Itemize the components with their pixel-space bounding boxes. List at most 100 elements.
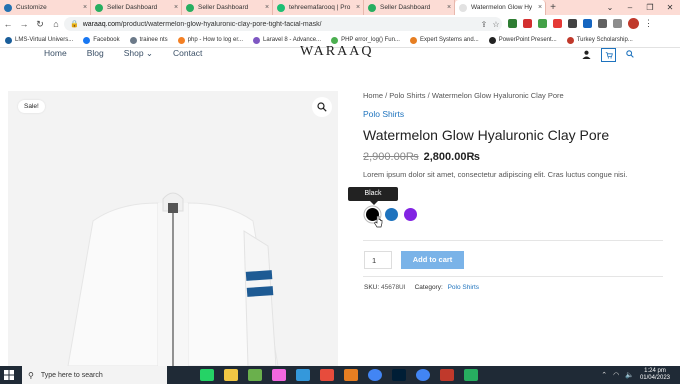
search-icon[interactable] bbox=[626, 50, 634, 60]
taskbar-search[interactable]: ⚲ Type here to search bbox=[22, 366, 167, 384]
extension-icon[interactable] bbox=[583, 19, 592, 28]
browser-tab[interactable]: tehreemafarooq | Pro × bbox=[273, 0, 364, 15]
sale-price: 2,800.00₨ bbox=[423, 151, 480, 163]
photoshop-icon[interactable] bbox=[392, 369, 406, 381]
back-icon[interactable]: ← bbox=[0, 19, 16, 29]
browser-tab[interactable]: Seller Dashboard × bbox=[182, 0, 273, 15]
bookmark-favicon-icon bbox=[5, 36, 12, 44]
more-menu-icon[interactable]: ⋮ bbox=[644, 18, 653, 29]
file-explorer-icon[interactable] bbox=[224, 369, 238, 381]
browser-tab[interactable]: Seller Dashboard × bbox=[91, 0, 182, 15]
home-icon[interactable]: ⌂ bbox=[48, 19, 64, 29]
bookmark-item[interactable]: Laravel 8 - Advance... bbox=[253, 36, 321, 44]
chevron-up-icon[interactable]: ⌃ bbox=[601, 371, 607, 379]
restore-icon[interactable]: ❐ bbox=[640, 0, 660, 15]
app-icon[interactable] bbox=[440, 369, 454, 381]
breadcrumb-category[interactable]: Polo Shirts bbox=[389, 91, 425, 100]
profile-avatar[interactable] bbox=[628, 18, 639, 29]
extension-icon[interactable] bbox=[523, 19, 532, 28]
site-logo[interactable]: WARAAQ bbox=[300, 44, 373, 60]
extension-icon[interactable] bbox=[568, 19, 577, 28]
category-link[interactable]: Polo Shirts bbox=[363, 109, 663, 119]
url-text[interactable]: waraaq.com/product/watermelon-glow-hyalu… bbox=[83, 21, 478, 28]
app-icon[interactable] bbox=[248, 369, 262, 381]
address-row: ← → ↻ ⌂ 🔒 waraaq.com/product/watermelon-… bbox=[0, 15, 680, 33]
app-icon[interactable] bbox=[272, 369, 286, 381]
firefox-icon[interactable] bbox=[344, 369, 358, 381]
clock[interactable]: 1:24 pm 01/04/2023 bbox=[640, 368, 670, 382]
bookmark-item[interactable]: php - How to log er... bbox=[177, 36, 243, 44]
reload-icon[interactable]: ↻ bbox=[32, 19, 48, 30]
tab-close-icon[interactable]: × bbox=[262, 4, 272, 11]
nav-link[interactable]: Home bbox=[44, 48, 67, 59]
window-controls: ⌄ – ❐ ✕ bbox=[600, 0, 680, 15]
bookmark-favicon-icon bbox=[129, 36, 137, 44]
chevron-down-icon[interactable]: ⌄ bbox=[600, 0, 620, 15]
new-tab-button[interactable]: + bbox=[546, 0, 560, 15]
category-value-link[interactable]: Polo Shirts bbox=[448, 284, 479, 291]
extension-icon[interactable] bbox=[538, 19, 547, 28]
bookmark-star-icon[interactable]: ☆ bbox=[490, 20, 502, 29]
browser-tab[interactable]: Watermelon Glow Hy × bbox=[455, 0, 546, 15]
chrome-icon[interactable] bbox=[416, 369, 430, 381]
tab-favicon-icon bbox=[277, 3, 285, 12]
bookmark-item[interactable]: Turkey Scholarship... bbox=[566, 36, 633, 44]
breadcrumb-home[interactable]: Home bbox=[363, 91, 383, 100]
sidebar-icon[interactable] bbox=[613, 19, 622, 28]
tab-close-icon[interactable]: × bbox=[353, 4, 363, 11]
close-icon[interactable]: ✕ bbox=[660, 0, 680, 15]
bookmark-item[interactable]: Expert Systems and... bbox=[409, 36, 479, 44]
color-swatch-blue[interactable] bbox=[385, 208, 398, 221]
header-actions bbox=[582, 48, 634, 62]
divider bbox=[363, 276, 663, 277]
tab-close-icon[interactable]: × bbox=[171, 4, 181, 11]
tab-close-icon[interactable]: × bbox=[535, 4, 545, 11]
browser-tab[interactable]: Customize × bbox=[0, 0, 91, 15]
volume-icon[interactable]: 🔈 bbox=[625, 371, 634, 379]
chrome-icon[interactable] bbox=[368, 369, 382, 381]
minimize-icon[interactable]: – bbox=[620, 0, 640, 15]
browser-tab[interactable]: Seller Dashboard × bbox=[364, 0, 455, 15]
nav-link[interactable]: Contact bbox=[173, 48, 202, 59]
account-icon[interactable] bbox=[582, 50, 591, 61]
app-icon[interactable] bbox=[296, 369, 310, 381]
taskbar-search-placeholder: Type here to search bbox=[40, 371, 103, 379]
tab-close-icon[interactable]: × bbox=[80, 4, 90, 11]
product-summary: Home / Polo Shirts / Watermelon Glow Hya… bbox=[363, 91, 663, 179]
bookmark-item[interactable]: Facebook bbox=[83, 36, 120, 44]
whatsapp-icon[interactable] bbox=[200, 369, 214, 381]
old-price: 2,900.00₨ bbox=[363, 151, 419, 163]
quantity-input[interactable]: 1 bbox=[364, 251, 392, 269]
nav-link[interactable]: Blog bbox=[87, 48, 104, 59]
bookmark-item[interactable]: LMS-Virtual Univers... bbox=[5, 36, 73, 44]
product-image[interactable]: Sale! bbox=[8, 91, 338, 366]
tab-close-icon[interactable]: × bbox=[444, 4, 454, 11]
puzzle-icon[interactable] bbox=[598, 19, 607, 28]
tab-favicon-icon bbox=[459, 3, 467, 12]
breadcrumb-current: Watermelon Glow Hyaluronic Clay Pore bbox=[431, 91, 564, 100]
bookmark-favicon-icon bbox=[331, 36, 339, 44]
app-icon[interactable] bbox=[320, 369, 334, 381]
app-icon[interactable] bbox=[464, 369, 478, 381]
bookmark-item[interactable]: PHP error_log() Fun... bbox=[331, 36, 400, 44]
cart-icon[interactable] bbox=[601, 48, 616, 62]
tab-title: Seller Dashboard bbox=[198, 4, 249, 11]
address-bar[interactable]: 🔒 waraaq.com/product/watermelon-glow-hya… bbox=[64, 17, 502, 31]
bookmark-label: PHP error_log() Fun... bbox=[341, 37, 400, 43]
bookmark-item[interactable]: trainee nts bbox=[129, 36, 168, 44]
sku-value: 45678UI bbox=[380, 284, 406, 291]
bookmark-item[interactable]: PowerPoint Present... bbox=[488, 36, 557, 44]
share-icon[interactable]: ⇪ bbox=[478, 20, 490, 29]
extension-icon[interactable] bbox=[553, 19, 562, 28]
windows-start-icon[interactable] bbox=[0, 366, 18, 384]
color-swatch-purple[interactable] bbox=[404, 208, 417, 221]
add-to-cart-button[interactable]: Add to cart bbox=[401, 251, 464, 269]
forward-icon[interactable]: → bbox=[16, 19, 32, 29]
bookmark-label: Turkey Scholarship... bbox=[576, 37, 633, 43]
clock-time: 1:24 pm bbox=[644, 368, 666, 374]
nav-link[interactable]: Shop ⌄ bbox=[124, 48, 153, 59]
site-nav: Home Blog Shop ⌄ Contact bbox=[44, 48, 222, 59]
lock-icon[interactable]: 🔒 bbox=[70, 20, 79, 28]
network-icon[interactable]: ◠ bbox=[613, 371, 619, 379]
extension-icon[interactable] bbox=[508, 19, 517, 28]
